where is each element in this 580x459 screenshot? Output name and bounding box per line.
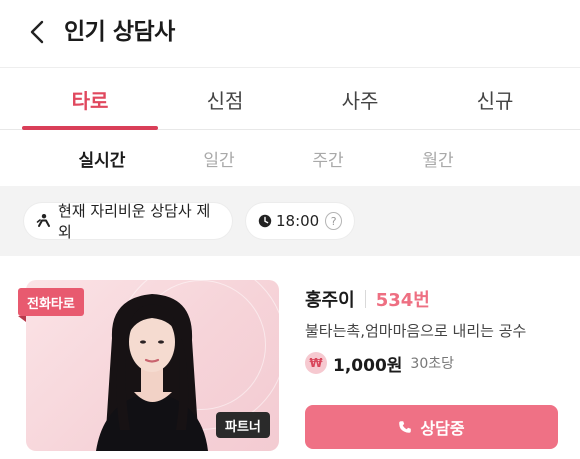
clock-icon <box>258 214 272 228</box>
won-icon: ₩ <box>305 352 327 374</box>
time-label: 18:00 <box>276 212 320 230</box>
page-title: 인기 상담사 <box>64 19 175 45</box>
name-row: 홍주이 534번 <box>305 286 565 312</box>
tab-new[interactable]: 신규 <box>427 68 563 130</box>
badge-ribbon-tail <box>18 316 26 322</box>
subtab-realtime[interactable]: 실시간 <box>57 130 147 186</box>
subtab-weekly[interactable]: 주간 <box>283 130 373 186</box>
subtab-monthly[interactable]: 월간 <box>393 130 483 186</box>
counselor-info: 홍주이 534번 불타는촉,엄마마음으로 내리는 공수 ₩ 1,000원 30초… <box>305 286 565 376</box>
tab-shinjeom[interactable]: 신점 <box>157 68 293 130</box>
price-row: ₩ 1,000원 30초당 <box>305 350 565 376</box>
counselor-number: 534번 <box>375 290 430 311</box>
help-circle-icon[interactable]: ? <box>325 212 342 230</box>
consult-status-label: 상담중 <box>420 419 465 438</box>
time-filter[interactable]: 18:00 ? <box>246 203 354 239</box>
name-separator <box>364 290 366 308</box>
period-tabs: 실시간 일간 주간 월간 <box>0 130 580 186</box>
counselor-description: 불타는촉,엄마마음으로 내리는 공수 <box>305 322 527 340</box>
phone-icon <box>398 420 412 434</box>
away-person-icon <box>36 213 52 229</box>
filter-bar: 현재 자리비운 상담사 제외 18:00 ? <box>0 186 580 256</box>
subtab-daily[interactable]: 일간 <box>174 130 264 186</box>
price-unit: 30초당 <box>410 356 454 372</box>
header: 인기 상담사 <box>0 0 580 66</box>
partner-badge: 파트너 <box>216 412 270 438</box>
exclude-away-filter[interactable]: 현재 자리비운 상담사 제외 <box>24 202 232 241</box>
back-button[interactable] <box>22 16 52 48</box>
tab-tarot[interactable]: 타로 <box>22 68 158 130</box>
exclude-away-label: 현재 자리비운 상담사 제외 <box>58 202 211 241</box>
tab-saju[interactable]: 사주 <box>292 68 428 130</box>
call-tarot-badge: 전화타로 <box>18 288 84 316</box>
price: 1,000원 <box>333 355 403 376</box>
counselor-name[interactable]: 홍주이 <box>305 286 355 312</box>
consult-status-button[interactable]: 상담중 <box>305 405 558 449</box>
category-tabs: 타로 신점 사주 신규 <box>0 68 580 130</box>
chevron-left-icon <box>30 20 44 44</box>
